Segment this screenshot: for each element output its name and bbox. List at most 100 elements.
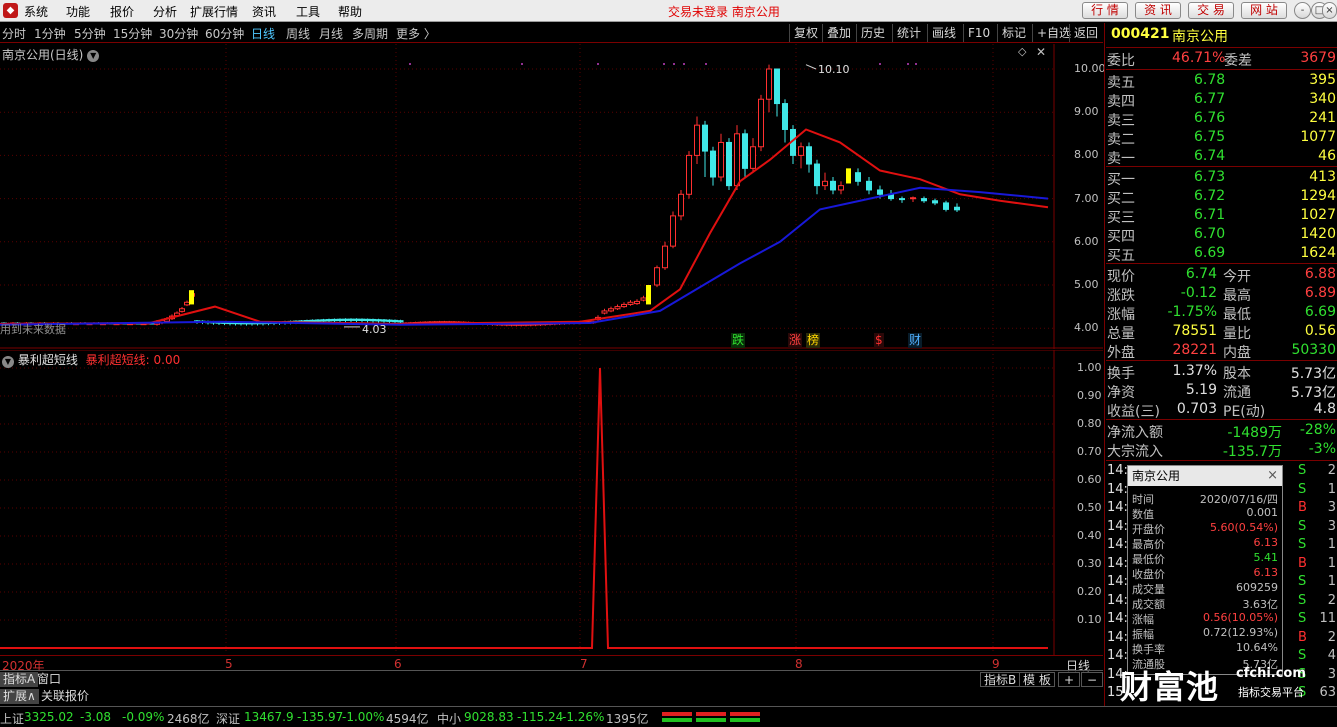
ask-row[interactable]: 卖三 6.76 241 — [1106, 109, 1337, 129]
overlay-button[interactable]: 叠加 — [822, 24, 855, 42]
bid-row[interactable]: 买一 6.73 413 — [1106, 168, 1337, 188]
candle-body — [766, 68, 772, 100]
tab-template[interactable]: 模 板 — [1019, 672, 1055, 687]
kline-canvas[interactable] — [0, 44, 1103, 349]
period-15min[interactable]: 15分钟 — [113, 25, 152, 42]
sz-label[interactable]: 深证 — [216, 710, 240, 727]
zoom-in-button[interactable]: + — [1058, 672, 1080, 687]
tab-extend[interactable]: 扩展∧ — [0, 689, 39, 704]
weibi-label: 委比 — [1107, 53, 1135, 69]
menu-item-extended[interactable]: 扩展行情 — [190, 3, 238, 20]
mark-button[interactable]: 标记 — [997, 24, 1030, 42]
ask-row[interactable]: 卖五 6.78 395 — [1106, 71, 1337, 91]
ask-price: 6.78 — [1194, 72, 1226, 88]
candle-body — [943, 202, 949, 210]
bid-row[interactable]: 买五 6.69 1624 — [1106, 244, 1337, 264]
ask-row[interactable]: 卖一 6.74 46 — [1106, 147, 1337, 167]
period-monthly[interactable]: 月线 — [319, 25, 343, 42]
time-axis: 2020年 5 6 7 8 9 日线 — [0, 655, 1103, 673]
candle-body — [386, 319, 393, 322]
news-button[interactable]: 资 讯 — [1135, 2, 1181, 19]
back-button[interactable]: 返回 — [1069, 24, 1102, 42]
sh-label[interactable]: 上证 — [0, 710, 24, 727]
popup-header[interactable]: 南京公用 × — [1128, 466, 1282, 486]
bid-row[interactable]: 买四 6.70 1420 — [1106, 225, 1337, 245]
low-price-label: 4.03 — [362, 323, 387, 336]
zx-pct: -1.26% — [562, 710, 605, 724]
menu-item-quotes[interactable]: 报价 — [110, 3, 134, 20]
indicator-name: 暴利超短线 — [17, 353, 78, 367]
quote-label: 现价 — [1107, 269, 1135, 285]
candle-body — [758, 98, 764, 148]
event-tag-finance[interactable]: 财 — [908, 333, 923, 348]
minimize-icon[interactable]: - — [1294, 2, 1311, 19]
time-label-jun: 6 — [394, 657, 402, 671]
candle-info-popup[interactable]: 南京公用 × 时间 2020/07/16/四 数值 0.001 开盘价 5.60(… — [1127, 465, 1283, 675]
indicator-panel[interactable]: ▼ 暴利超短线 暴利超短线: 0.00 1.00 0.90 0.80 0.70 0.60… — [0, 350, 1103, 655]
indicator-canvas[interactable] — [0, 350, 1103, 655]
period-daily[interactable]: 日线 — [251, 25, 275, 42]
chevron-down-icon[interactable]: ▼ — [2, 356, 14, 368]
indicator-y-label: 0.80 — [1077, 417, 1102, 430]
tab-indicator-b[interactable]: 指标B — [980, 672, 1021, 687]
drawline-button[interactable]: 画线 — [927, 24, 960, 42]
f10-button[interactable]: F10 — [963, 24, 994, 42]
bid-label: 买二 — [1107, 191, 1135, 207]
menu-item-analysis[interactable]: 分析 — [153, 3, 177, 20]
quote-row: 总量 78551 量比 0.56 — [1106, 322, 1337, 342]
ask-row[interactable]: 卖二 6.75 1077 — [1106, 128, 1337, 148]
close-window-icon[interactable]: × — [1322, 2, 1337, 19]
period-timeshare[interactable]: 分时 — [2, 25, 26, 42]
candle-body — [179, 308, 185, 312]
period-multi[interactable]: 多周期 — [352, 25, 388, 42]
main-kline-chart[interactable]: 南京公用(日线) ▼ ◇ ✕ 10.10 4.03 用到未来数据 10.00 9.… — [0, 44, 1106, 349]
sz-pct: -1.00% — [342, 710, 385, 724]
menu-item-function[interactable]: 功能 — [66, 3, 90, 20]
quotes-button[interactable]: 行 情 — [1082, 2, 1128, 19]
period-more[interactable]: 更多 〉 — [396, 25, 436, 42]
candle-body — [364, 318, 371, 322]
chevron-down-icon[interactable]: ▼ — [87, 49, 100, 62]
menu-item-news[interactable]: 资讯 — [252, 3, 276, 20]
popup-row: 最高价 6.13 — [1130, 536, 1280, 551]
period-30min[interactable]: 30分钟 — [159, 25, 198, 42]
trade-button[interactable]: 交 易 — [1188, 2, 1234, 19]
app-logo-icon[interactable]: ◆ — [3, 3, 18, 18]
period-60min[interactable]: 60分钟 — [205, 25, 244, 42]
trade-volume: 4 — [1327, 648, 1336, 663]
close-icon[interactable]: × — [1267, 466, 1278, 486]
quote-value: 28221 — [1172, 342, 1217, 358]
menu-item-help[interactable]: 帮助 — [338, 3, 362, 20]
candle-body — [621, 303, 627, 308]
flow-amount: -1489万 — [1227, 425, 1282, 441]
zoom-out-button[interactable]: − — [1081, 672, 1103, 687]
popup-row: 换手率 10.64% — [1130, 641, 1280, 656]
event-tag-rank[interactable]: 榜 — [806, 333, 821, 348]
popup-key: 换手率 — [1132, 643, 1165, 656]
bid-row[interactable]: 买二 6.72 1294 — [1106, 187, 1337, 207]
period-1min[interactable]: 1分钟 — [34, 25, 66, 42]
event-tag-fall[interactable]: 跌 — [731, 333, 746, 348]
bid-row[interactable]: 买三 6.71 1027 — [1106, 206, 1337, 226]
close-icon[interactable]: ✕ — [1036, 45, 1046, 59]
period-5min[interactable]: 5分钟 — [74, 25, 106, 42]
tab-indicator-a[interactable]: 指标A — [0, 672, 39, 687]
adjust-button[interactable]: 复权 — [789, 24, 822, 42]
menu-item-tools[interactable]: 工具 — [296, 3, 320, 20]
time-label-sep: 9 — [992, 657, 1000, 671]
tab-related-quotes[interactable]: 关联报价 — [38, 689, 92, 704]
event-tag-rise[interactable]: 涨 — [788, 333, 803, 348]
menu-item-system[interactable]: 系统 — [24, 3, 48, 20]
period-weekly[interactable]: 周线 — [286, 25, 310, 42]
zx-label[interactable]: 中小 — [437, 710, 461, 727]
popup-value: 5.41 — [1253, 551, 1279, 564]
tab-window[interactable]: 窗口 — [34, 672, 64, 687]
diamond-icon[interactable]: ◇ — [1018, 45, 1026, 58]
sh-amount: 2468亿 — [167, 712, 210, 726]
ask-row[interactable]: 卖四 6.77 340 — [1106, 90, 1337, 110]
candle-body — [694, 124, 700, 156]
stats-button[interactable]: 统计 — [892, 24, 925, 42]
website-button[interactable]: 网 站 — [1241, 2, 1287, 19]
event-tag-money[interactable]: $ — [874, 333, 884, 348]
history-button[interactable]: 历史 — [856, 24, 889, 42]
